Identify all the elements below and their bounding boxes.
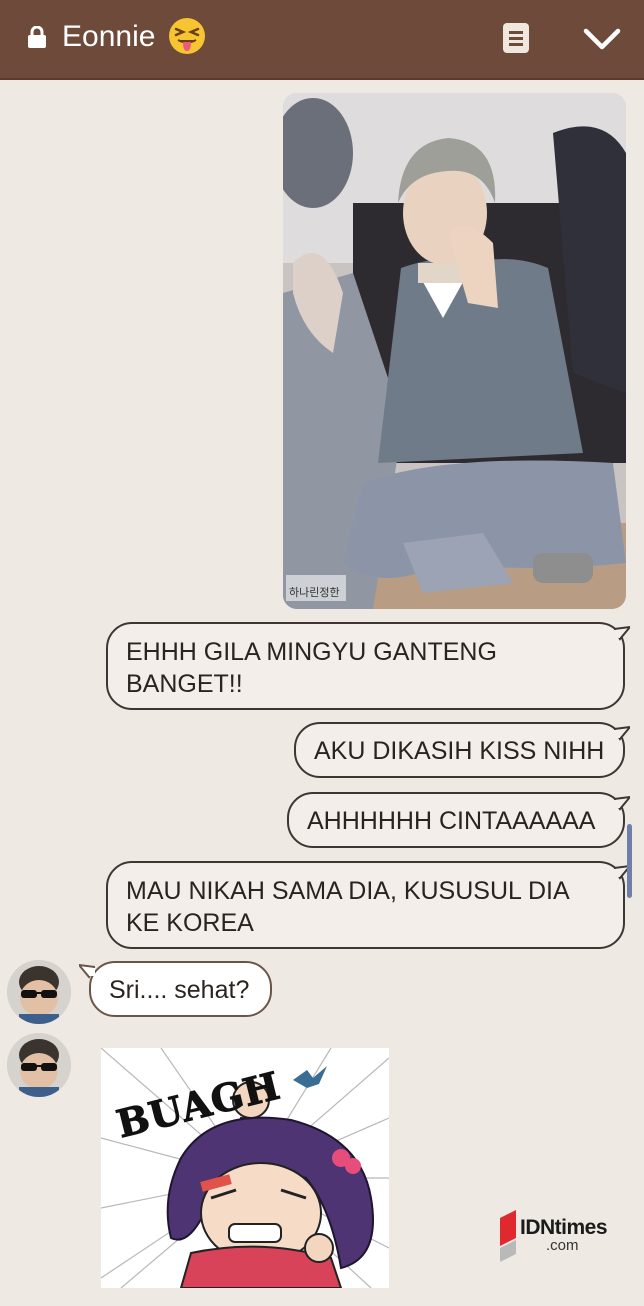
- message-bubble-outgoing[interactable]: MAU NIKAH SAMA DIA, KUSUSUL DIA KE KOREA: [106, 861, 625, 949]
- idntimes-watermark: IDNtimes .com: [498, 1206, 628, 1264]
- message-bubble-outgoing[interactable]: EHHH GILA MINGYU GANTENG BANGET!!: [106, 622, 625, 710]
- avatar-image: [7, 1033, 71, 1097]
- message-bubble-outgoing[interactable]: AKU DIKASIH KISS NIHH: [294, 722, 625, 778]
- photo-message[interactable]: 하나린정한: [283, 93, 626, 609]
- avatar-image: [7, 960, 71, 1024]
- sticker-message[interactable]: BUAGH: [100, 1047, 390, 1289]
- message-text: EHHH GILA MINGYU GANTENG BANGET!!: [126, 638, 497, 698]
- chat-title: Eonnie: [62, 20, 156, 53]
- scrollbar[interactable]: [627, 824, 632, 898]
- message-text: AHHHHHH CINTAAAAAA: [307, 807, 596, 835]
- idntimes-logo-icon: [500, 1210, 516, 1262]
- contact-avatar[interactable]: [7, 960, 71, 1024]
- contact-avatar[interactable]: [7, 1033, 71, 1097]
- message-text: AKU DIKASIH KISS NIHH: [314, 737, 605, 765]
- watermark-suffix: .com: [546, 1237, 579, 1254]
- bubble-tail: [79, 963, 95, 979]
- message-bubble-incoming[interactable]: Sri.... sehat?: [89, 961, 272, 1017]
- chat-header: Eonnie: [0, 0, 644, 80]
- bubble-tail: [614, 795, 630, 811]
- message-bubble-outgoing[interactable]: AHHHHHH CINTAAAAAA: [287, 792, 625, 848]
- message-text: MAU NIKAH SAMA DIA, KUSUSUL DIA KE KOREA: [126, 877, 569, 937]
- lock-icon: [28, 26, 46, 48]
- message-text: Sri.... sehat?: [109, 976, 250, 1004]
- bubble-tail: [614, 625, 630, 641]
- bubble-tail: [614, 725, 630, 741]
- photo-watermark-text: 하나린정한: [289, 587, 340, 599]
- photo-image: [283, 93, 626, 609]
- notes-icon[interactable]: [502, 22, 530, 54]
- chevron-down-icon[interactable]: [582, 26, 622, 52]
- squinting-tongue-emoji: [169, 18, 205, 54]
